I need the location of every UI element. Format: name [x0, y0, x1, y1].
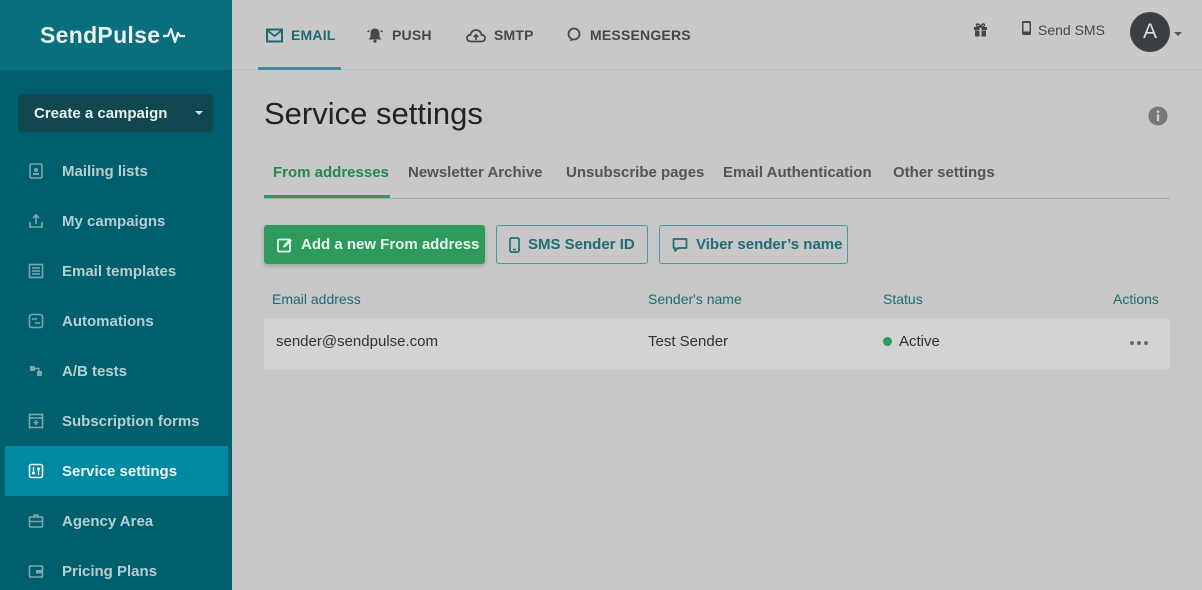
tab-messengers[interactable]: MESSENGERS: [566, 0, 691, 70]
chevron-down-icon[interactable]: [1174, 32, 1182, 36]
column-header-status: Status: [883, 291, 923, 307]
table-row: sender@sendpulse.com Test Sender Active: [264, 318, 1170, 370]
form-icon: [27, 412, 45, 430]
viber-sender-name-label: Viber sender’s name: [696, 236, 843, 253]
tab-smtp[interactable]: SMTP: [466, 0, 534, 70]
sidebar-item-label: A/B tests: [62, 362, 128, 380]
tab-label: SMTP: [494, 27, 534, 43]
sidebar-item-automations[interactable]: Automations: [0, 296, 232, 346]
tab-from-addresses[interactable]: From addresses: [273, 164, 389, 181]
sidebar-item-label: Service settings: [62, 462, 178, 480]
tab-newsletter-archive[interactable]: Newsletter Archive: [408, 164, 543, 181]
sidebar-nav: Mailing lists My campaigns Email templat…: [0, 146, 232, 590]
sidebar-item-label: Pricing Plans: [62, 562, 158, 580]
sms-sender-id-button[interactable]: SMS Sender ID: [496, 225, 648, 264]
sender-name-cell: Test Sender: [648, 333, 729, 350]
automation-icon: [27, 312, 45, 330]
send-sms-button[interactable]: Send SMS: [1021, 20, 1105, 39]
sidebar-item-agency-area[interactable]: Agency Area: [0, 496, 232, 546]
column-header-actions: Actions: [1113, 291, 1159, 307]
avatar[interactable]: A: [1130, 12, 1170, 52]
add-from-address-label: Add a new From address: [301, 236, 480, 253]
tab-email-authentication[interactable]: Email Authentication: [723, 164, 872, 181]
active-subtab-indicator: [264, 195, 390, 198]
pulse-icon: [163, 27, 186, 44]
settings-tabs: From addresses Newsletter Archive Unsubs…: [264, 160, 1170, 199]
tab-other-settings[interactable]: Other settings: [893, 164, 995, 181]
briefcase-icon: [27, 512, 45, 530]
tab-label: PUSH: [392, 27, 432, 43]
template-icon: [27, 262, 45, 280]
cloud-upload-icon: [466, 28, 486, 43]
bell-icon: [366, 27, 384, 43]
avatar-initial: A: [1142, 20, 1157, 43]
viber-sender-name-button[interactable]: Viber sender’s name: [659, 225, 848, 264]
sidebar-item-mailing-lists[interactable]: Mailing lists: [0, 146, 232, 196]
sidebar: SendPulse Create a campaign Mailing list…: [0, 0, 232, 590]
status-badge: Active: [899, 333, 940, 350]
tab-push[interactable]: PUSH: [366, 0, 432, 70]
envelope-icon: [266, 28, 283, 43]
chevron-down-icon[interactable]: [195, 111, 203, 115]
sidebar-item-label: Subscription forms: [62, 412, 200, 430]
wallet-icon: [27, 562, 45, 580]
chat-bubble-icon: [566, 27, 582, 43]
email-cell: sender@sendpulse.com: [276, 333, 438, 350]
create-campaign-label: Create a campaign: [34, 104, 168, 122]
sidebar-item-label: Mailing lists: [62, 162, 148, 180]
gift-icon[interactable]: [972, 21, 989, 43]
sidebar-item-label: Agency Area: [62, 512, 154, 530]
sidebar-item-label: Automations: [62, 312, 154, 330]
status-cell: Active: [883, 333, 940, 350]
page-title: Service settings: [264, 96, 483, 131]
tab-label: MESSENGERS: [590, 27, 691, 43]
mobile-phone-icon: [1021, 20, 1032, 39]
sidebar-item-email-templates[interactable]: Email templates: [0, 246, 232, 296]
sms-sender-id-label: SMS Sender ID: [528, 236, 635, 253]
brand-name: SendPulse: [40, 21, 161, 48]
tab-unsubscribe-pages[interactable]: Unsubscribe pages: [566, 164, 704, 181]
sidebar-item-subscription-forms[interactable]: Subscription forms: [0, 396, 232, 446]
sidebar-item-label: Email templates: [62, 262, 177, 280]
send-tray-icon: [27, 212, 45, 230]
sidebar-item-my-campaigns[interactable]: My campaigns: [0, 196, 232, 246]
create-campaign-button[interactable]: Create a campaign: [18, 94, 213, 132]
brand-logo[interactable]: SendPulse: [0, 0, 232, 70]
sidebar-item-pricing-plans[interactable]: Pricing Plans: [0, 546, 232, 590]
ab-test-icon: [27, 362, 45, 380]
edit-icon: [277, 237, 293, 253]
mobile-phone-icon: [509, 236, 520, 253]
column-header-sender-name: Sender's name: [648, 291, 742, 307]
active-tab-indicator: [258, 67, 341, 70]
status-dot-icon: [883, 336, 892, 346]
address-book-icon: [27, 162, 45, 180]
chat-bubble-icon: [672, 237, 688, 253]
send-sms-label: Send SMS: [1038, 21, 1105, 38]
column-header-email: Email address: [272, 291, 361, 307]
top-navigation: EMAIL PUSH SMTP MESSENGERS Send SMS A: [232, 0, 1202, 70]
tab-label: EMAIL: [291, 27, 336, 43]
more-actions-icon[interactable]: [1130, 341, 1148, 345]
sidebar-item-service-settings[interactable]: Service settings: [5, 446, 228, 496]
sidebar-item-ab-tests[interactable]: A/B tests: [0, 346, 232, 396]
info-icon[interactable]: [1148, 106, 1168, 131]
sliders-icon: [27, 462, 45, 480]
sidebar-item-label: My campaigns: [62, 212, 166, 230]
add-from-address-button[interactable]: Add a new From address: [264, 225, 485, 264]
tab-email[interactable]: EMAIL: [266, 0, 336, 70]
